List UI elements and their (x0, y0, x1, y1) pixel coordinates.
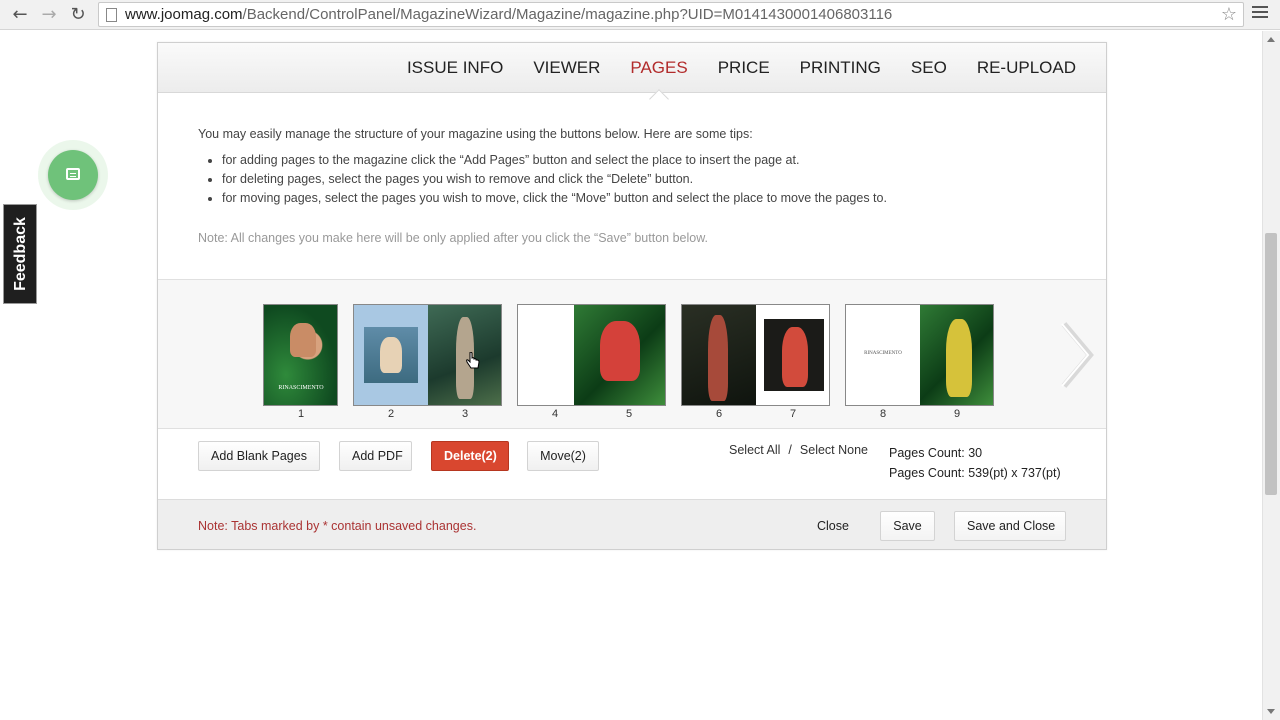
page-number-5: 5 (625, 408, 633, 420)
model-figure (600, 321, 640, 381)
wizard-footer: Note: Tabs marked by * contain unsaved c… (158, 499, 1106, 549)
model-figure (380, 337, 402, 373)
url-host: www.joomag.com (125, 6, 243, 23)
page-spread-4-5[interactable] (517, 304, 666, 406)
tab-price[interactable]: PRICE (718, 58, 770, 78)
instructions: You may easily manage the structure of y… (198, 127, 1058, 210)
page-number-8: 8 (879, 408, 887, 420)
tab-viewer[interactable]: VIEWER (533, 58, 600, 78)
wizard-tabs: ISSUE INFO VIEWER PAGES PRICE PRINTING SEO RE-… (407, 58, 1076, 109)
page-number-1: 1 (297, 408, 305, 420)
tab-re-upload[interactable]: RE-UPLOAD (977, 58, 1076, 78)
select-none-link[interactable]: Select None (800, 443, 868, 457)
chat-widget[interactable] (38, 140, 108, 210)
page-thumbnail-8[interactable]: RINASCIMENTO (846, 305, 920, 405)
feedback-tab[interactable]: Feedback (3, 204, 37, 304)
move-pages-button[interactable]: Move(2) (527, 441, 599, 471)
page-number-9: 9 (953, 408, 961, 420)
page-thumbnail-4[interactable] (518, 305, 574, 405)
scroll-thumb[interactable] (1265, 233, 1277, 495)
magazine-wizard-panel: ISSUE INFO VIEWER PAGES PRICE PRINTING SEO RE-… (157, 42, 1107, 550)
next-pages-arrow-icon[interactable] (1058, 320, 1098, 390)
model-figure (946, 319, 972, 397)
chat-icon (66, 168, 80, 180)
page-icon (106, 8, 117, 22)
browser-toolbar: ← → ↻ www.joomag.com/Backend/ControlPane… (0, 0, 1280, 30)
tab-pages[interactable]: PAGES (630, 58, 688, 109)
tab-printing[interactable]: PRINTING (800, 58, 881, 78)
url-path: /Backend/ControlPanel/MagazineWizard/Mag… (242, 6, 893, 23)
tip-add: for adding pages to the magazine click t… (222, 153, 1058, 167)
inset-photo (364, 327, 418, 383)
page-spread-6-7[interactable] (681, 304, 830, 406)
pages-count: Pages Count: 30 (889, 446, 983, 460)
page-thumbnail-7[interactable] (756, 305, 829, 405)
browser-menu-icon[interactable] (1252, 6, 1268, 22)
scroll-down-icon[interactable] (1267, 709, 1275, 714)
active-tab-caret (649, 89, 669, 109)
chat-button[interactable] (48, 150, 98, 200)
page-thumbnail-2[interactable] (354, 305, 428, 405)
reload-icon[interactable]: ↻ (66, 3, 90, 27)
page-thumbnail-3[interactable] (428, 305, 501, 405)
feedback-label: Feedback (12, 217, 29, 291)
add-blank-pages-button[interactable]: Add Blank Pages (198, 441, 320, 471)
page-thumbnail-5[interactable] (574, 305, 665, 405)
tip-move: for moving pages, select the pages you w… (222, 191, 1058, 205)
tips-list: for adding pages to the magazine click t… (222, 153, 1058, 205)
save-button[interactable]: Save (880, 511, 935, 541)
page8-logo: RINASCIMENTO (864, 351, 902, 356)
scroll-up-icon[interactable] (1267, 37, 1275, 42)
forward-arrow-icon[interactable]: → (37, 3, 61, 27)
page-number-4: 4 (551, 408, 559, 420)
hand-cursor-icon (466, 352, 480, 369)
page-thumbnail-6[interactable] (682, 305, 756, 405)
delete-pages-button[interactable]: Delete(2) (431, 441, 509, 471)
pages-dimensions: Pages Count: 539(pt) x 737(pt) (889, 466, 1061, 480)
instructions-lead: You may easily manage the structure of y… (198, 127, 753, 141)
add-pdf-button[interactable]: Add PDF (339, 441, 412, 471)
model-figure (708, 315, 728, 401)
selection-links: Select All / Select None (729, 443, 868, 457)
tab-seo[interactable]: SEO (911, 58, 947, 78)
pages-strip: RINASCIMENTO RINASCIMENTO 1 2 3 4 5 6 7 … (158, 279, 1106, 429)
page-thumbnail-1[interactable]: RINASCIMENTO (263, 304, 338, 406)
page-thumbnail-9[interactable] (920, 305, 993, 405)
save-and-close-button[interactable]: Save and Close (954, 511, 1066, 541)
model-figure (782, 327, 808, 387)
page-actions: Add Blank Pages Add PDF Delete(2) Move(2… (158, 429, 1106, 499)
select-separator: / (788, 443, 792, 457)
bookmark-star-icon[interactable]: ☆ (1221, 4, 1237, 25)
unsaved-changes-note: Note: Tabs marked by * contain unsaved c… (198, 519, 477, 533)
page1-logo: RINASCIMENTO (278, 385, 324, 391)
page-stats: Pages Count: 30 Pages Count: 539(pt) x 7… (889, 443, 1061, 483)
tab-issue-info[interactable]: ISSUE INFO (407, 58, 503, 78)
page-number-6: 6 (715, 408, 723, 420)
back-arrow-icon[interactable]: ← (8, 3, 32, 27)
page-spread-8-9[interactable]: RINASCIMENTO (845, 304, 994, 406)
select-all-link[interactable]: Select All (729, 443, 780, 457)
close-button[interactable]: Close (804, 511, 862, 541)
url-text: www.joomag.com/Backend/ControlPanel/Maga… (125, 6, 892, 23)
save-note: Note: All changes you make here will be … (198, 231, 709, 245)
page-number-3: 3 (461, 408, 469, 420)
page-number-2: 2 (387, 408, 395, 420)
tip-delete: for deleting pages, select the pages you… (222, 172, 1058, 186)
wizard-tab-bar: ISSUE INFO VIEWER PAGES PRICE PRINTING SEO RE-… (158, 43, 1106, 109)
page-scrollbar[interactable] (1262, 31, 1280, 720)
inset-photo (764, 319, 824, 391)
model-figure (290, 323, 316, 357)
page-number-7: 7 (789, 408, 797, 420)
address-bar[interactable]: www.joomag.com/Backend/ControlPanel/Maga… (98, 2, 1244, 27)
